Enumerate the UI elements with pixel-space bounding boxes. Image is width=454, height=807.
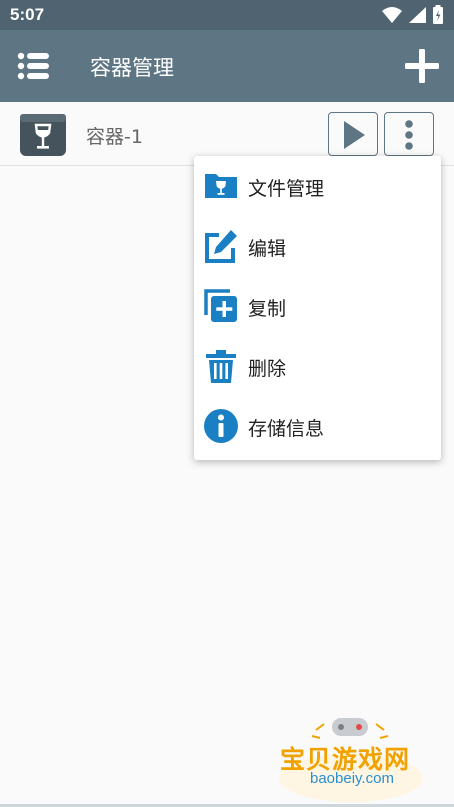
signal-icon <box>408 6 426 28</box>
menu-item-label: 文件管理 <box>248 178 325 200</box>
menu-item-file-manager[interactable]: 文件管理 <box>194 156 441 216</box>
more-vertical-icon <box>405 120 413 150</box>
watermark-url: baobeiy.com <box>310 770 394 787</box>
wifi-icon <box>382 6 402 28</box>
wine-container-icon <box>19 110 67 158</box>
duplicate-icon <box>203 288 239 324</box>
container-name: 容器-1 <box>86 126 143 148</box>
menu-item-delete[interactable]: 删除 <box>194 336 441 396</box>
edit-icon <box>203 228 239 264</box>
play-icon <box>344 121 365 149</box>
watermark-logo: 宝贝游戏网 baobeiy.com <box>276 716 426 804</box>
trash-icon <box>203 348 239 384</box>
menu-item-storage-info[interactable]: 存储信息 <box>194 396 441 456</box>
folder-icon <box>203 168 239 204</box>
plus-icon[interactable] <box>402 46 442 86</box>
info-icon <box>203 408 239 444</box>
page-title: 容器管理 <box>90 56 174 80</box>
status-time: 5:07 <box>10 5 45 24</box>
menu-item-label: 编辑 <box>248 238 287 260</box>
status-icons <box>382 5 444 29</box>
menu-item-duplicate[interactable]: 复制 <box>194 276 441 336</box>
context-menu: 文件管理 编辑 复制 删除 存储信息 <box>194 156 441 460</box>
list-menu-icon[interactable] <box>14 48 54 84</box>
menu-item-label: 复制 <box>248 298 287 320</box>
status-bar: 5:07 <box>0 0 454 30</box>
menu-item-label: 删除 <box>248 358 287 380</box>
menu-item-edit[interactable]: 编辑 <box>194 216 441 276</box>
battery-icon <box>432 5 444 29</box>
menu-item-label: 存储信息 <box>248 418 325 440</box>
more-options-button[interactable] <box>384 112 434 156</box>
app-bar: 容器管理 <box>0 30 454 102</box>
run-button[interactable] <box>328 112 378 156</box>
